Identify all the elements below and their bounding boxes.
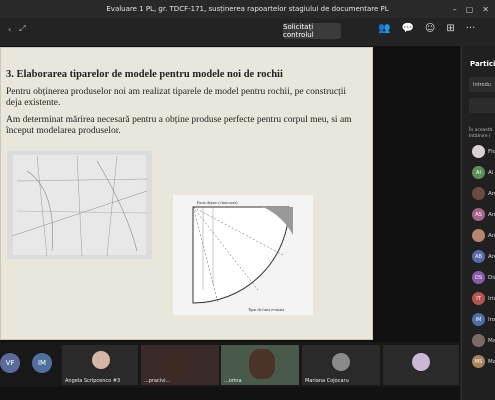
window-titlebar: Evaluare 1 PL, gr. TDCF-171, susținerea … bbox=[0, 0, 495, 18]
participant-item[interactable]: An bbox=[472, 229, 495, 242]
participants-panel: Particip Introdu În această întâlnire ( … bbox=[461, 46, 495, 400]
video-tile-1[interactable]: Angela Scripcenco #3 bbox=[62, 345, 138, 385]
avatar bbox=[249, 349, 275, 379]
participant-name: Dia bbox=[488, 274, 495, 281]
participant-item[interactable]: AB An bbox=[472, 250, 495, 263]
avatar: AI bbox=[472, 166, 485, 179]
circle-skirt-pattern: Fusta dejuno (clasicaosa) Tipar de fusta… bbox=[173, 195, 313, 315]
participant-item[interactable]: Flo bbox=[472, 145, 495, 158]
tile-name: Angela Scripcenco #3 bbox=[65, 378, 121, 384]
participant-item[interactable]: An bbox=[472, 187, 495, 200]
video-tile-5[interactable] bbox=[383, 345, 459, 385]
avatar: IM bbox=[472, 313, 485, 326]
panel-title: Particip bbox=[470, 60, 495, 68]
participant-avatar-im[interactable]: IM bbox=[32, 353, 52, 373]
participant-item[interactable]: ITIrin bbox=[472, 292, 495, 305]
tile-name: ...pracivi... bbox=[144, 378, 171, 384]
avatar bbox=[163, 349, 189, 379]
invite-input[interactable]: Introdu bbox=[469, 77, 495, 92]
bottom-bar bbox=[0, 387, 460, 400]
tile-name: ...orina bbox=[224, 378, 242, 384]
video-tile-3[interactable]: ...orina bbox=[221, 345, 299, 385]
minimize-icon[interactable]: – bbox=[453, 5, 457, 14]
avatar bbox=[92, 351, 110, 369]
participant-name: An bbox=[488, 232, 495, 239]
maximize-icon[interactable]: ▢ bbox=[466, 5, 474, 14]
participant-name: An bbox=[488, 211, 495, 218]
participant-item[interactable]: AI Ai bbox=[472, 166, 493, 179]
video-tile-2[interactable]: ...pracivi... bbox=[141, 345, 219, 385]
participant-name: Ma bbox=[488, 337, 495, 344]
participant-name: An bbox=[488, 190, 495, 197]
participant-name: Irin bbox=[488, 295, 495, 302]
request-control-button[interactable]: Solicitați controlul bbox=[283, 23, 341, 39]
close-icon[interactable]: ✕ bbox=[482, 5, 489, 14]
participants-icon[interactable]: 👥 bbox=[378, 23, 390, 34]
participant-item[interactable]: MSMa bbox=[472, 355, 495, 368]
participant-item[interactable]: Ma bbox=[472, 334, 495, 347]
avatar bbox=[472, 334, 485, 347]
tile-name: Mariana Cojocaru bbox=[305, 378, 349, 384]
participant-name: An bbox=[488, 253, 495, 260]
figure-top-label: Fusta dejuno (clasicaosa) bbox=[197, 200, 238, 205]
participant-name: Ma bbox=[488, 358, 495, 365]
avatar bbox=[472, 187, 485, 200]
video-tile-4[interactable]: Mariana Cojocaru bbox=[302, 345, 380, 385]
slide-paragraph-2: Am determinat mărirea necesară pentru a … bbox=[6, 115, 352, 136]
avatar: AB bbox=[472, 250, 485, 263]
figure-bottom-label: Tipar de fusta evaziata bbox=[248, 307, 284, 312]
back-icon[interactable]: ‹ bbox=[8, 25, 11, 34]
avatar bbox=[332, 353, 350, 371]
participant-name: Ai bbox=[488, 169, 494, 176]
avatar: DS bbox=[472, 271, 485, 284]
participant-item[interactable]: AS An bbox=[472, 208, 495, 221]
avatar bbox=[472, 145, 485, 158]
participant-name: Flo bbox=[488, 148, 495, 155]
participant-name: Iro bbox=[488, 316, 495, 323]
avatar bbox=[472, 229, 485, 242]
slide-paragraph-1: Pentru obținerea produselor noi am reali… bbox=[6, 87, 347, 108]
avatar bbox=[412, 353, 430, 371]
share-invite-field[interactable] bbox=[469, 98, 495, 113]
reactions-icon[interactable]: ☺ bbox=[425, 23, 435, 34]
fullscreen-icon[interactable]: ⤢ bbox=[19, 24, 25, 34]
window-controls: – ▢ ✕ bbox=[453, 0, 495, 18]
avatar: MS bbox=[472, 355, 485, 368]
presentation-slide: 3. Elaborarea tiparelor de modele pentru… bbox=[0, 47, 373, 340]
pattern-photo bbox=[7, 151, 152, 259]
more-icon[interactable]: ··· bbox=[466, 23, 476, 34]
avatar: IT bbox=[472, 292, 485, 305]
participant-item[interactable]: IM Iro bbox=[472, 313, 495, 326]
chat-icon[interactable]: 💬 bbox=[401, 23, 413, 34]
participant-avatar-vf[interactable]: VF bbox=[0, 353, 20, 373]
rooms-icon[interactable]: ⊞ bbox=[446, 23, 454, 34]
window-title: Evaluare 1 PL, gr. TDCF-171, susținerea … bbox=[106, 5, 389, 13]
slide-heading: 3. Elaborarea tiparelor de modele pentru… bbox=[6, 69, 283, 80]
toolbar-icons: 👥 💬 ☺ ⊞ ··· bbox=[378, 23, 475, 34]
in-meeting-section[interactable]: În această întâlnire ( bbox=[469, 128, 492, 140]
avatar: AS bbox=[472, 208, 485, 221]
participant-item[interactable]: DSDia bbox=[472, 271, 495, 284]
toolbar-left: ‹ ⤢ bbox=[8, 24, 26, 34]
